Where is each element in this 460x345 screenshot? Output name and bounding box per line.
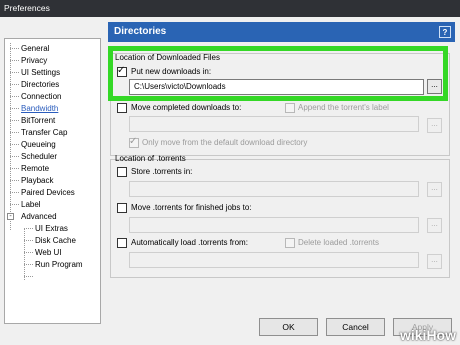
sidebar-item-advanced[interactable]: Advanced (21, 211, 57, 222)
move-completed-label: Move completed downloads to: (131, 103, 242, 112)
watermark: wikiHow (399, 327, 456, 343)
tree-guide-line (10, 132, 19, 133)
help-icon[interactable]: ? (439, 26, 451, 38)
tree-guide-line (10, 120, 19, 121)
sidebar-item-playback[interactable]: Playback (21, 175, 53, 186)
tree-guide-line (10, 84, 19, 85)
checkmark-icon: ✓ (129, 136, 138, 147)
only-move-default-checkbox[interactable]: ✓ (129, 136, 139, 148)
completed-path-browse-button[interactable]: ... (427, 118, 442, 133)
sidebar-item-directories[interactable]: Directories (21, 79, 59, 90)
sidebar-item-transfer-cap[interactable]: Transfer Cap (21, 127, 67, 138)
panel-title: Directories (114, 26, 167, 37)
tree-guide-line (10, 96, 19, 97)
sidebar-item-bittorrent[interactable]: BitTorrent (21, 115, 55, 126)
move-finished-torrents-label: Move .torrents for finished jobs to: (131, 203, 252, 212)
download-path-browse-button[interactable]: ... (427, 79, 442, 94)
move-completed-checkbox[interactable] (117, 103, 127, 113)
tree-guide-line (10, 144, 19, 145)
move-finished-torrents-browse-button[interactable]: ... (427, 218, 442, 233)
move-finished-torrents-checkbox[interactable] (117, 203, 127, 213)
tree-guide-line (24, 229, 25, 280)
tree-guide-line (10, 108, 19, 109)
only-move-default-label: Only move from the default download dire… (142, 138, 308, 147)
sidebar-item-queueing[interactable]: Queueing (21, 139, 56, 150)
sidebar-item-bandwidth[interactable]: Bandwidth (21, 103, 58, 114)
sidebar-item-connection[interactable]: Connection (21, 91, 61, 102)
checkmark-icon: ✓ (117, 65, 126, 76)
append-label-checkbox[interactable] (285, 103, 295, 113)
tree-guide-line (10, 48, 19, 49)
window-title-bar: Preferences (0, 0, 460, 17)
sidebar-item-label[interactable]: Label (21, 199, 41, 210)
auto-load-torrents-checkbox[interactable] (117, 238, 127, 248)
directories-panel: Directories ? Location of Downloaded Fil… (108, 22, 455, 308)
collapse-icon[interactable]: - (7, 213, 14, 220)
store-torrents-label: Store .torrents in: (131, 167, 193, 176)
delete-loaded-torrents-label: Delete loaded .torrents (298, 238, 379, 247)
sidebar-item-scheduler[interactable]: Scheduler (21, 151, 57, 162)
tree-guide-line (24, 264, 33, 265)
ok-button[interactable]: OK (259, 318, 318, 336)
sidebar-item-general[interactable]: General (21, 43, 49, 54)
tree-guide-line (10, 156, 19, 157)
sidebar-item-ui-extras[interactable]: UI Extras (35, 223, 68, 234)
panel-header: Directories ? (108, 22, 455, 42)
torrents-group-title: Location of .torrents (115, 154, 186, 163)
tree-guide-line (24, 276, 33, 277)
store-torrents-path-input[interactable] (129, 181, 419, 197)
completed-path-input[interactable] (129, 116, 419, 132)
auto-load-torrents-path-input[interactable] (129, 252, 419, 268)
put-new-downloads-checkbox[interactable]: ✓ (117, 65, 127, 77)
tree-guide-line (10, 192, 19, 193)
append-label-label: Append the torrent's label (298, 103, 389, 112)
move-finished-torrents-path-input[interactable] (129, 217, 419, 233)
put-new-downloads-label: Put new downloads in: (131, 67, 212, 76)
delete-loaded-torrents-checkbox[interactable] (285, 238, 295, 248)
sidebar-item-privacy[interactable]: Privacy (21, 55, 47, 66)
window-title: Preferences (4, 3, 50, 13)
download-path-input[interactable]: C:\Users\victo\Downloads (129, 79, 424, 95)
cancel-button[interactable]: Cancel (326, 318, 385, 336)
tree-guide-line (10, 72, 19, 73)
tree-guide-line (24, 240, 33, 241)
sidebar-item-paired-devices[interactable]: Paired Devices (21, 187, 75, 198)
store-torrents-checkbox[interactable] (117, 167, 127, 177)
tree-guide-line (24, 252, 33, 253)
sidebar-item-remote[interactable]: Remote (21, 163, 49, 174)
sidebar-item-ui-settings[interactable]: UI Settings (21, 67, 60, 78)
sidebar-item-disk-cache[interactable]: Disk Cache (35, 235, 76, 246)
tree-guide-line (24, 228, 33, 229)
auto-load-torrents-label: Automatically load .torrents from: (131, 238, 248, 247)
category-tree: - General Privacy UI Settings Directorie… (4, 38, 101, 324)
tree-guide-line (10, 168, 19, 169)
sidebar-item-web-ui[interactable]: Web UI (35, 247, 62, 258)
auto-load-torrents-browse-button[interactable]: ... (427, 254, 442, 269)
store-torrents-browse-button[interactable]: ... (427, 182, 442, 197)
sidebar-item-run-program[interactable]: Run Program (35, 259, 83, 270)
tree-guide-line (10, 60, 19, 61)
tree-guide-line (10, 180, 19, 181)
downloaded-files-group-title: Location of Downloaded Files (115, 53, 220, 62)
tree-guide-line (10, 204, 19, 205)
